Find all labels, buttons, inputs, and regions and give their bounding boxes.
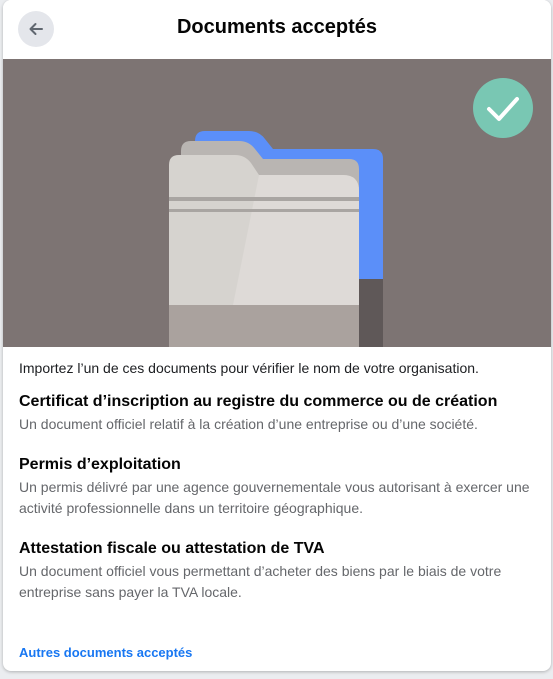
intro-text: Importez l’un de ces documents pour véri… [19, 360, 479, 376]
folder-illustration [3, 59, 551, 347]
document-item: Attestation fiscale ou attestation de TV… [19, 539, 539, 603]
hero-illustration [3, 59, 551, 347]
documents-content: Importez l’un de ces documents pour véri… [19, 359, 539, 623]
accepted-documents-dialog: Documents acceptés Importez l’un de ces [3, 0, 551, 671]
document-title: Attestation fiscale ou attestation de TV… [19, 540, 325, 557]
document-description: Un permis délivré par une agence gouvern… [19, 479, 530, 516]
dialog-header: Documents acceptés [3, 0, 551, 59]
page-title: Documents acceptés [176, 16, 378, 38]
document-title: Permis d’exploitation [19, 456, 181, 473]
document-description: Un document officiel relatif à la créati… [19, 416, 478, 432]
document-title: Certificat d’inscription au registre du … [19, 393, 498, 410]
checkmark-badge [473, 78, 533, 138]
document-item: Certificat d’inscription au registre du … [19, 392, 539, 435]
document-item: Permis d’exploitation Un permis délivré … [19, 455, 539, 519]
other-documents-link[interactable]: Autres documents acceptés [19, 645, 192, 660]
document-description: Un document officiel vous permettant d’a… [19, 563, 502, 600]
